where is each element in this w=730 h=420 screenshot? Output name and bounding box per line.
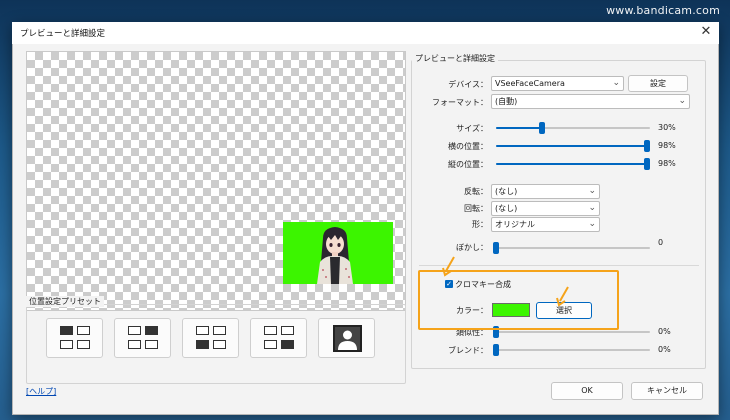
horizontal-position-value: 98% [658,141,676,150]
size-value: 30% [658,123,676,132]
settings-group-title: プレビューと詳細設定 [412,53,498,64]
vertical-slider-thumb[interactable] [643,158,650,170]
flip-label: 反転： [464,187,488,196]
preset-bottom-left-button[interactable] [182,318,239,358]
device-value: VSeeFaceCamera [495,79,565,88]
preset-cell [77,326,90,335]
flip-value: (なし) [495,187,518,196]
ok-button[interactable]: OK [551,382,623,400]
chevron-down-icon: ⌄ [678,96,686,106]
preset-cell [213,326,226,335]
blur-value: 0 [658,238,664,247]
rotate-label: 回転： [464,204,488,213]
preset-cell [196,340,209,349]
preset-cell [196,326,209,335]
blur-slider[interactable] [493,242,650,254]
preset-top-left-button[interactable] [46,318,103,358]
blur-label: ぼかし： [456,243,488,252]
chevron-down-icon: ⌄ [612,78,620,88]
blur-slider-thumb[interactable] [493,242,499,254]
preset-bottom-right-button[interactable] [250,318,307,358]
preview-canvas [26,51,406,311]
vertical-position-label: 縦の位置： [448,160,488,169]
device-label: デバイス： [448,80,488,89]
flip-select[interactable]: (なし) ⌄ [491,184,600,199]
section-divider [419,265,699,266]
person-icon [333,325,362,352]
preset-cell [213,340,226,349]
chevron-down-icon: ⌄ [588,203,596,213]
avatar-figure [317,227,353,284]
preset-cell [145,326,158,335]
size-label: サイズ： [456,124,488,133]
format-label: フォーマット： [432,98,488,107]
device-select[interactable]: VSeeFaceCamera ⌄ [491,76,624,91]
camera-feed [283,222,393,284]
horizontal-slider-fill [496,145,647,147]
preset-cell [128,340,141,349]
shape-label: 形： [472,220,488,229]
size-slider[interactable] [496,122,650,134]
shape-select[interactable]: オリジナル ⌄ [491,217,600,232]
preset-cell [77,340,90,349]
chevron-down-icon: ⌄ [588,219,596,229]
preset-cell [145,340,158,349]
similarity-value: 0% [658,327,671,336]
preset-cell [264,340,277,349]
dialog-content: 位置設定プリセット [ヘルプ] プレビューと詳細設定 デバイス： VSeeFac… [12,22,719,415]
blend-label: ブレンド： [448,346,488,355]
device-settings-button[interactable]: 設定 [628,75,688,92]
preset-cell [281,326,294,335]
rotate-value: (なし) [495,204,518,213]
preset-cell [128,326,141,335]
preset-group-title: 位置設定プリセット [26,296,104,307]
chevron-down-icon: ⌄ [588,186,596,196]
preset-cell [60,340,73,349]
arrow-annotation-icon [556,286,569,307]
arrow-annotation-icon [442,256,455,277]
blend-value: 0% [658,345,671,354]
similarity-slider[interactable] [493,326,650,338]
shape-value: オリジナル [495,220,535,229]
preset-full-screen-button[interactable] [318,318,375,358]
rotate-select[interactable]: (なし) ⌄ [491,201,600,216]
chroma-highlight-box [418,270,619,330]
vertical-position-slider[interactable] [496,158,650,170]
vertical-position-value: 98% [658,159,676,168]
watermark-text: www.bandicam.com [606,4,720,17]
format-value: (自動) [495,97,518,106]
cancel-button[interactable]: キャンセル [631,382,703,400]
preset-cell [264,326,277,335]
preset-top-right-button[interactable] [114,318,171,358]
size-slider-fill [496,127,543,129]
preset-cell [60,326,73,335]
blend-slider[interactable] [493,344,650,356]
preset-cell [281,340,294,349]
size-slider-thumb[interactable] [539,122,546,134]
horizontal-slider-thumb[interactable] [643,140,650,152]
format-select[interactable]: (自動) ⌄ [491,94,690,109]
blend-slider-thumb[interactable] [493,344,499,356]
help-link[interactable]: [ヘルプ] [26,386,56,397]
horizontal-position-label: 横の位置： [448,142,488,151]
horizontal-position-slider[interactable] [496,140,650,152]
vertical-slider-fill [496,163,647,165]
